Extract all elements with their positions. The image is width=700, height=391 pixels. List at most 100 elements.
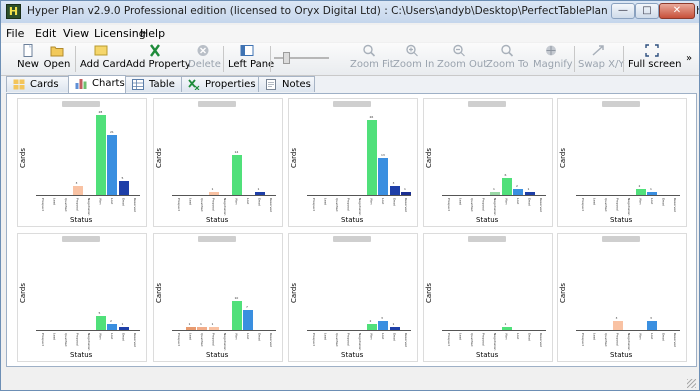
chart-panel[interactable]: Cards Prospect Lead Qualified 3 Proposal Negot… xyxy=(557,233,687,362)
chart-bar[interactable] xyxy=(635,189,646,195)
x-axis-label: Status xyxy=(70,351,93,359)
tab-notes[interactable]: Notes xyxy=(258,76,315,92)
bar-value-label: 21 xyxy=(110,129,114,134)
chart-bar[interactable] xyxy=(231,154,242,195)
chart-bar[interactable] xyxy=(524,192,535,195)
category-tick-label: Proposal xyxy=(481,198,486,211)
view-tabs: Cards Charts Table Properties Notes xyxy=(1,75,699,93)
chart-bar[interactable] xyxy=(231,301,242,330)
magnify-button[interactable]: Magnify xyxy=(533,44,572,74)
chart-bar[interactable] xyxy=(118,327,129,330)
close-button[interactable]: ✕ xyxy=(659,3,695,19)
chart-bar[interactable] xyxy=(501,177,512,195)
x-axis-line xyxy=(36,330,140,331)
category-tick-label: Dead xyxy=(661,198,666,206)
chart-bar[interactable] xyxy=(95,114,106,195)
bar-value-label: 1 xyxy=(392,322,395,327)
chart-bar[interactable] xyxy=(647,321,657,330)
full-screen-button[interactable]: Full screen xyxy=(628,44,682,74)
chart-bar[interactable] xyxy=(389,186,400,195)
toolbar-separator xyxy=(574,46,575,72)
menu-edit[interactable]: Edit xyxy=(35,27,56,40)
chart-bar[interactable] xyxy=(490,192,500,195)
tab-cards[interactable]: Cards xyxy=(6,76,69,92)
chart-bar[interactable] xyxy=(612,321,623,330)
chart-bar[interactable] xyxy=(401,192,411,195)
x-axis-label: Status xyxy=(610,216,633,224)
add-card-button[interactable]: Add Card xyxy=(80,44,126,74)
add-property-button[interactable]: Add Property xyxy=(126,44,191,74)
category-tick-label: Lead xyxy=(323,198,328,206)
zoom-in-button[interactable]: Zoom In xyxy=(393,44,434,74)
menu-licensing[interactable]: Licensing xyxy=(94,27,146,40)
bar-value-label: 3 xyxy=(615,316,618,321)
chart-bar[interactable] xyxy=(243,309,253,330)
chart-bar[interactable] xyxy=(197,327,207,330)
toolbar-overflow-button[interactable]: » xyxy=(686,53,692,64)
full-screen-icon xyxy=(645,44,659,57)
chart-bar[interactable] xyxy=(107,324,117,330)
zoom-slider-thumb[interactable] xyxy=(283,52,290,64)
menu-view[interactable]: View xyxy=(63,27,89,40)
zoom-out-button[interactable]: Zoom Out xyxy=(437,44,487,74)
swap-xy-button[interactable]: Swap X/Y xyxy=(578,44,625,74)
chart-panel[interactable]: Cards Prospect 1 Lead 1 Qualified 1 Proposal Neg… xyxy=(153,233,283,362)
delete-button[interactable]: Delete xyxy=(188,44,221,74)
category-tick-label: Reserved xyxy=(133,333,137,347)
chart-panel[interactable]: Cards Prospect Lead Qualified 1 Proposal Negot… xyxy=(153,98,283,227)
zoom-fit-icon xyxy=(363,44,376,57)
chart-bar[interactable] xyxy=(378,321,388,330)
chart-bar[interactable] xyxy=(366,120,377,195)
resize-grip[interactable] xyxy=(687,379,696,388)
chart-title-redacted xyxy=(602,101,640,107)
chart-panel[interactable]: Cards Prospect Lead Qualified Proposal Negoti… xyxy=(288,233,418,362)
toolbar-separator xyxy=(75,46,76,72)
zoom-to-button[interactable]: Zoom To xyxy=(486,44,529,74)
chart-bar[interactable] xyxy=(389,327,400,330)
x-axis-line xyxy=(36,195,140,196)
category-tick-label: Prospect xyxy=(312,198,316,211)
new-button[interactable]: New xyxy=(15,44,41,74)
chart-bar[interactable] xyxy=(208,327,219,330)
chart-bar[interactable] xyxy=(72,186,83,195)
chart-panel[interactable]: Cards Prospect Lead Qualified Proposal 1 Negot… xyxy=(423,98,553,227)
category-tick-label: Lead xyxy=(188,198,193,206)
tab-table[interactable]: Table xyxy=(125,76,182,92)
category-tick-label: Won xyxy=(504,333,509,340)
chart-bar[interactable] xyxy=(254,192,265,195)
maximize-button[interactable]: □ xyxy=(635,3,659,19)
category-tick-label: Reserved xyxy=(133,198,137,212)
chart-panel[interactable]: Cards Prospect Lead Qualified Proposal Negoti… xyxy=(17,233,147,362)
chart-bar[interactable] xyxy=(208,192,219,195)
open-button[interactable]: Open xyxy=(43,44,71,74)
minimize-button[interactable]: — xyxy=(611,3,635,19)
category-tick-label: Reserved xyxy=(539,198,543,212)
title-bar[interactable]: H Hyper Plan v2.9.0 Professional edition… xyxy=(1,1,699,23)
menu-file[interactable]: File xyxy=(6,27,24,40)
chart-panel[interactable]: Cards Prospect Lead Qualified 3 Proposal Negot… xyxy=(17,98,147,227)
chart-bar[interactable] xyxy=(366,324,377,330)
chart-panel[interactable]: Cards Prospect Lead Qualified Proposal Negoti… xyxy=(288,98,418,227)
category-tick-label: Lead xyxy=(52,198,57,206)
chart-bar[interactable] xyxy=(513,189,523,195)
charts-area: Cards Prospect Lead Qualified 3 Proposal Negot… xyxy=(6,93,697,367)
chart-panel[interactable]: Cards Prospect Lead Qualified Proposal Negoti… xyxy=(557,98,687,227)
swap-icon xyxy=(592,45,604,56)
tab-charts[interactable]: Charts xyxy=(68,75,126,93)
chart-bar[interactable] xyxy=(118,180,129,195)
tab-properties[interactable]: Properties xyxy=(181,76,259,92)
chart-bar[interactable] xyxy=(378,157,388,195)
chart-bar[interactable] xyxy=(95,315,106,330)
menu-help[interactable]: Help xyxy=(140,27,165,40)
category-tick-label: Won xyxy=(98,198,103,205)
chart-bar[interactable] xyxy=(107,134,117,195)
category-tick-label: Qualified xyxy=(604,198,608,212)
zoom-fit-button[interactable]: Zoom Fit xyxy=(350,44,394,74)
chart-bar[interactable] xyxy=(647,192,657,195)
chart-bar[interactable] xyxy=(185,327,196,330)
chart-panel[interactable]: Cards Prospect Lead Qualified Proposal Negoti… xyxy=(423,233,553,362)
category-tick-label: Lost xyxy=(516,198,520,205)
chart-bar[interactable] xyxy=(501,327,512,330)
left-pane-button[interactable]: Left Pane xyxy=(228,44,274,74)
category-tick-label: Proposal xyxy=(75,198,80,211)
